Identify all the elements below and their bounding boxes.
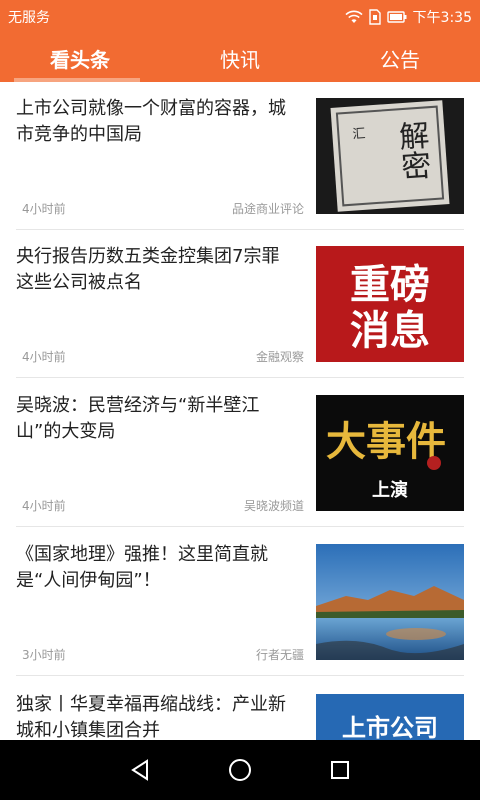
news-source: 行者无疆 <box>255 648 304 662</box>
news-item[interactable]: 吴晓波：民营经济与“新半壁江山”的大变局 4小时前 吴晓波频道 大事件 上演 <box>0 379 480 527</box>
back-button[interactable] <box>120 750 160 790</box>
tab-headlines[interactable]: 看头条 <box>0 34 160 82</box>
tab-bar: 看头条 快讯 公告 <box>0 34 480 82</box>
news-title: 《国家地理》强推！这里简直就是“人间伊甸园”！ <box>16 544 268 591</box>
recents-icon <box>331 761 349 779</box>
thumb-text-line2: 消息 <box>350 308 430 354</box>
divider <box>16 675 464 676</box>
thumb-text: 上市公司 <box>342 714 438 740</box>
thumb-text: 解密 <box>392 119 432 182</box>
thumb-small-text: 汇 <box>352 127 366 143</box>
news-thumbnail: 大事件 上演 <box>316 395 464 511</box>
tab-flash-news[interactable]: 快讯 <box>160 34 320 82</box>
news-time: 4小时前 <box>22 499 66 513</box>
news-feed[interactable]: 上市公司就像一个财富的容器，城市竞争的中国局 4小时前 品途商业评论 汇 解密 … <box>0 82 480 740</box>
news-thumbnail: 重磅 消息 <box>316 246 464 362</box>
news-thumbnail: 汇 解密 <box>316 98 464 214</box>
battery-icon <box>386 11 407 23</box>
tab-announcements[interactable]: 公告 <box>320 34 480 82</box>
divider <box>16 377 464 378</box>
thumb-subtext: 上演 <box>372 479 408 501</box>
news-source: 吴晓波频道 <box>243 499 304 513</box>
back-icon <box>131 759 148 781</box>
news-source: 品途商业评论 <box>231 202 304 216</box>
sim-icon <box>368 9 381 25</box>
carrier-label: 无服务 <box>8 10 50 26</box>
news-title: 央行报告历数五类金控集团7宗罪 这些公司被点名 <box>16 246 280 293</box>
news-title: 独家丨华夏幸福再缩战线：产业新城和小镇集团合并 <box>16 694 286 740</box>
wifi-icon <box>344 10 363 23</box>
news-time: 4小时前 <box>22 202 66 216</box>
system-nav-bar <box>0 740 480 800</box>
thumb-text-line1: 重磅 <box>350 262 430 308</box>
news-source: 金融观察 <box>255 350 304 364</box>
status-icons: 下午3:35 <box>344 7 472 27</box>
news-time: 4小时前 <box>22 350 66 364</box>
news-time: 3小时前 <box>22 648 66 662</box>
news-item[interactable]: 上市公司就像一个财富的容器，城市竞争的中国局 4小时前 品途商业评论 汇 解密 <box>0 82 480 230</box>
news-thumbnail <box>316 544 464 660</box>
news-item[interactable]: 《国家地理》强推！这里简直就是“人间伊甸园”！ 3小时前 行者无疆 <box>0 528 480 676</box>
clock: 下午3:35 <box>412 10 472 26</box>
thumb-text: 大事件 <box>326 418 446 465</box>
home-icon <box>229 759 251 781</box>
divider <box>16 526 464 527</box>
home-button[interactable] <box>220 750 260 790</box>
status-bar: 无服务 下午3:35 <box>0 0 480 34</box>
news-title: 吴晓波：民营经济与“新半壁江山”的大变局 <box>16 395 260 442</box>
recents-button[interactable] <box>320 750 360 790</box>
news-title: 上市公司就像一个财富的容器，城市竞争的中国局 <box>16 98 286 145</box>
news-item[interactable]: 独家丨华夏幸福再缩战线：产业新城和小镇集团合并 上市公司 <box>0 678 480 740</box>
news-item[interactable]: 央行报告历数五类金控集团7宗罪 这些公司被点名 4小时前 金融观察 重磅 消息 <box>0 230 480 378</box>
news-thumbnail: 上市公司 <box>316 694 464 740</box>
